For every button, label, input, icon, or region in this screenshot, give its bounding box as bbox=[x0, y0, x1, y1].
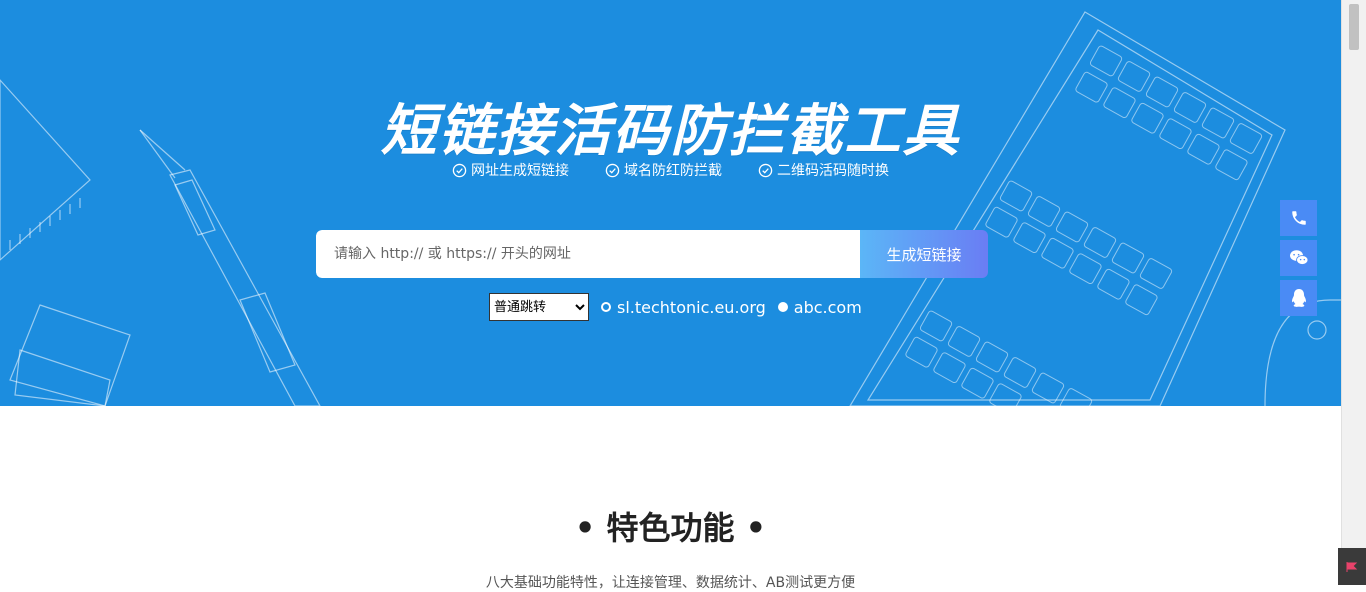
check-circle-icon bbox=[605, 163, 620, 177]
feature-item: 域名防红防拦截 bbox=[605, 160, 722, 180]
url-form: 生成短链接 bbox=[316, 230, 988, 278]
wechat-button[interactable] bbox=[1280, 240, 1317, 276]
scrollbar-thumb[interactable] bbox=[1349, 4, 1359, 50]
domain-label[interactable]: sl.techtonic.eu.org bbox=[617, 298, 766, 317]
feature-label: 域名防红防拦截 bbox=[624, 163, 722, 179]
domain-radio[interactable] bbox=[777, 302, 788, 312]
qq-button[interactable] bbox=[1280, 280, 1317, 316]
section-subtitle: 八大基础功能特性，让连接管理、数据统计、AB测试更方便 bbox=[485, 575, 856, 591]
check-circle-icon bbox=[758, 163, 773, 177]
feature-label: 网址生成短链接 bbox=[471, 163, 569, 179]
check-circle-icon bbox=[452, 163, 467, 177]
hero-title: 短链接活码防拦截工具 bbox=[380, 99, 961, 164]
flag-icon bbox=[1346, 561, 1358, 572]
phone-button[interactable] bbox=[1280, 200, 1317, 236]
domain-radio[interactable] bbox=[601, 302, 611, 312]
feature-label: 二维码活码随时换 bbox=[777, 163, 889, 179]
feature-item: 网址生成短链接 bbox=[452, 160, 569, 180]
options-row: 普通跳转 sl.techtonic.eu.org abc.com bbox=[489, 293, 868, 321]
feature-list: 网址生成短链接 域名防红防拦截 二维码活码随时换 bbox=[0, 160, 1341, 180]
qq-icon bbox=[1291, 289, 1306, 307]
generate-short-link-button[interactable]: 生成短链接 bbox=[860, 230, 988, 278]
section-title: • 特色功能 • bbox=[574, 509, 767, 547]
hero-illustration bbox=[0, 11, 1341, 406]
floating-contact-bar bbox=[1280, 200, 1317, 316]
hero-banner: 短链接活码防拦截工具 网址生成短链接 域名防红防拦截 二维码活码随时换 请输入 … bbox=[0, 0, 1341, 406]
corner-widget[interactable] bbox=[1338, 548, 1366, 585]
phone-icon bbox=[1291, 211, 1306, 225]
page-scrollbar[interactable] bbox=[1341, 0, 1366, 585]
jump-mode-select[interactable]: 普通跳转 bbox=[489, 293, 589, 321]
domain-label[interactable]: abc.com bbox=[794, 298, 862, 317]
domain-radio-group: sl.techtonic.eu.org abc.com bbox=[601, 298, 868, 317]
feature-item: 二维码活码随时换 bbox=[758, 160, 889, 180]
wechat-icon bbox=[1289, 250, 1308, 265]
url-input[interactable] bbox=[316, 230, 860, 278]
